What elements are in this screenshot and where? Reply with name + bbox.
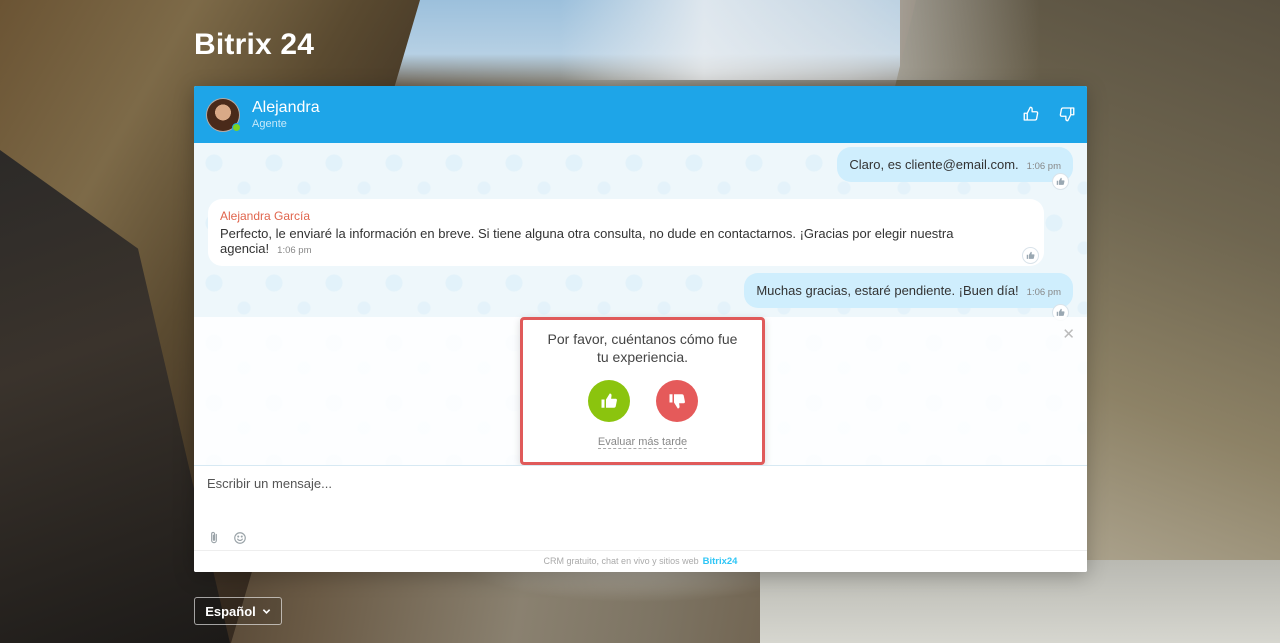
message-text: Muchas gracias, estaré pendiente. ¡Buen … <box>756 283 1019 298</box>
thumbs-down-icon[interactable] <box>1057 104 1077 124</box>
agent-role: Agente <box>252 117 287 130</box>
widget-footer: CRM gratuito, chat en vivo y sitios web B… <box>194 550 1087 572</box>
message-incoming: Alejandra García Perfecto, le enviaré la… <box>208 199 1044 266</box>
message-time: 1:06 pm <box>1026 287 1061 298</box>
chevron-down-icon <box>262 608 271 614</box>
rate-later-link[interactable]: Evaluar más tarde <box>597 436 688 449</box>
brand-title: Bitrix 24 <box>194 28 315 61</box>
message-time: 1:06 pm <box>1026 161 1061 172</box>
composer-tools <box>206 530 248 546</box>
agent-info: Alejandra Agente <box>252 99 320 131</box>
rating-dialog: Por favor, cuéntanos cómo fue tu experie… <box>520 317 765 465</box>
background-snow <box>560 0 1040 80</box>
background-road <box>760 560 1280 643</box>
footer-text: CRM gratuito, chat en vivo y sitios web <box>543 556 699 566</box>
agent-name: Alejandra <box>252 98 320 116</box>
message-like-icon[interactable] <box>1022 247 1039 264</box>
rate-dislike-button[interactable] <box>655 380 698 422</box>
message-text: Claro, es cliente@email.com. <box>849 157 1019 172</box>
online-status-icon <box>232 122 241 132</box>
message-text: Perfecto, le enviaré la información en b… <box>220 226 954 256</box>
chat-messages: Claro, es cliente@email.com. 1:06 pm Alej… <box>194 143 1087 465</box>
language-select[interactable]: Español <box>194 597 282 625</box>
header-actions <box>1021 104 1077 124</box>
chat-header: Alejandra Agente <box>194 86 1087 143</box>
message-outgoing: Muchas gracias, estaré pendiente. ¡Buen … <box>744 273 1073 308</box>
emoji-icon[interactable] <box>232 530 248 546</box>
message-outgoing: Claro, es cliente@email.com. 1:06 pm <box>837 147 1073 182</box>
thumbs-down-icon <box>669 394 685 409</box>
language-label: Español <box>205 603 256 619</box>
close-icon[interactable]: ✕ <box>1062 325 1075 343</box>
paperclip-icon[interactable] <box>206 530 222 546</box>
bitrix24-logo[interactable]: Bitrix24 <box>703 556 738 567</box>
rating-buttons <box>523 380 762 422</box>
thumbs-up-icon[interactable] <box>1021 104 1041 124</box>
message-like-icon[interactable] <box>1052 173 1069 190</box>
message-author: Alejandra García <box>220 209 311 223</box>
message-time: 1:06 pm <box>277 245 312 256</box>
thumbs-up-icon <box>601 393 617 408</box>
avatar <box>206 97 241 132</box>
chat-widget: Alejandra Agente Claro, es cliente@email… <box>194 86 1087 572</box>
rate-like-button[interactable] <box>587 380 630 422</box>
rating-question: Por favor, cuéntanos cómo fue tu experie… <box>547 331 738 365</box>
message-input[interactable]: Escribir un mensaje... <box>207 476 332 491</box>
message-composer: Escribir un mensaje... <box>194 465 1087 551</box>
